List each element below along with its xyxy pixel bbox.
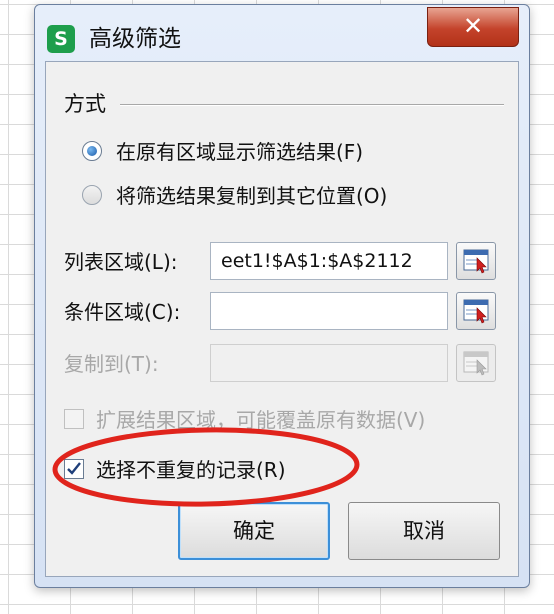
extend-result-label: 扩展结果区域，可能覆盖原有数据(V) bbox=[96, 408, 426, 432]
criteria-range-label: 条件区域(C): bbox=[64, 300, 181, 324]
copy-to-picker-button[interactable] bbox=[456, 344, 496, 382]
copy-to-input[interactable] bbox=[210, 344, 448, 382]
wps-spreadsheet-icon: S bbox=[47, 25, 75, 53]
radio-label-copy-to-other: 将筛选结果复制到其它位置(O) bbox=[116, 184, 388, 208]
close-icon: ✕ bbox=[462, 12, 484, 40]
unique-records-checkbox[interactable] bbox=[64, 459, 84, 479]
cancel-button[interactable]: 取消 bbox=[348, 502, 500, 560]
checkmark-icon bbox=[67, 462, 81, 475]
unique-records-label: 选择不重复的记录(R) bbox=[96, 458, 286, 482]
criteria-range-input[interactable] bbox=[210, 292, 448, 330]
radio-button-unchecked[interactable] bbox=[82, 185, 102, 205]
criteria-range-picker-button[interactable] bbox=[456, 292, 496, 330]
extend-result-checkbox[interactable] bbox=[64, 409, 84, 429]
list-range-label: 列表区域(L): bbox=[64, 250, 178, 274]
radio-button-checked[interactable] bbox=[82, 141, 102, 161]
method-group-label: 方式 bbox=[64, 92, 106, 116]
range-select-icon bbox=[463, 299, 489, 324]
group-divider bbox=[120, 104, 504, 106]
copy-to-label: 复制到(T): bbox=[64, 352, 159, 376]
advanced-filter-dialog: S 高级筛选 ✕ 方式 在原有区域显示筛选结果(F) 将筛选结果复制到其它位置(… bbox=[34, 4, 530, 588]
dialog-title: 高级筛选 bbox=[89, 26, 181, 52]
radio-label-show-in-place: 在原有区域显示筛选结果(F) bbox=[116, 140, 364, 164]
range-select-icon bbox=[463, 249, 489, 274]
list-range-picker-button[interactable] bbox=[456, 242, 496, 280]
range-select-icon bbox=[463, 351, 489, 376]
close-button[interactable]: ✕ bbox=[427, 7, 519, 47]
title-bar[interactable]: S 高级筛选 ✕ bbox=[35, 5, 529, 59]
ok-button[interactable]: 确定 bbox=[178, 502, 330, 560]
dialog-body: 方式 在原有区域显示筛选结果(F) 将筛选结果复制到其它位置(O) 列表区域(L… bbox=[45, 61, 519, 577]
list-range-input[interactable]: eet1!$A$1:$A$2112 bbox=[210, 242, 448, 280]
